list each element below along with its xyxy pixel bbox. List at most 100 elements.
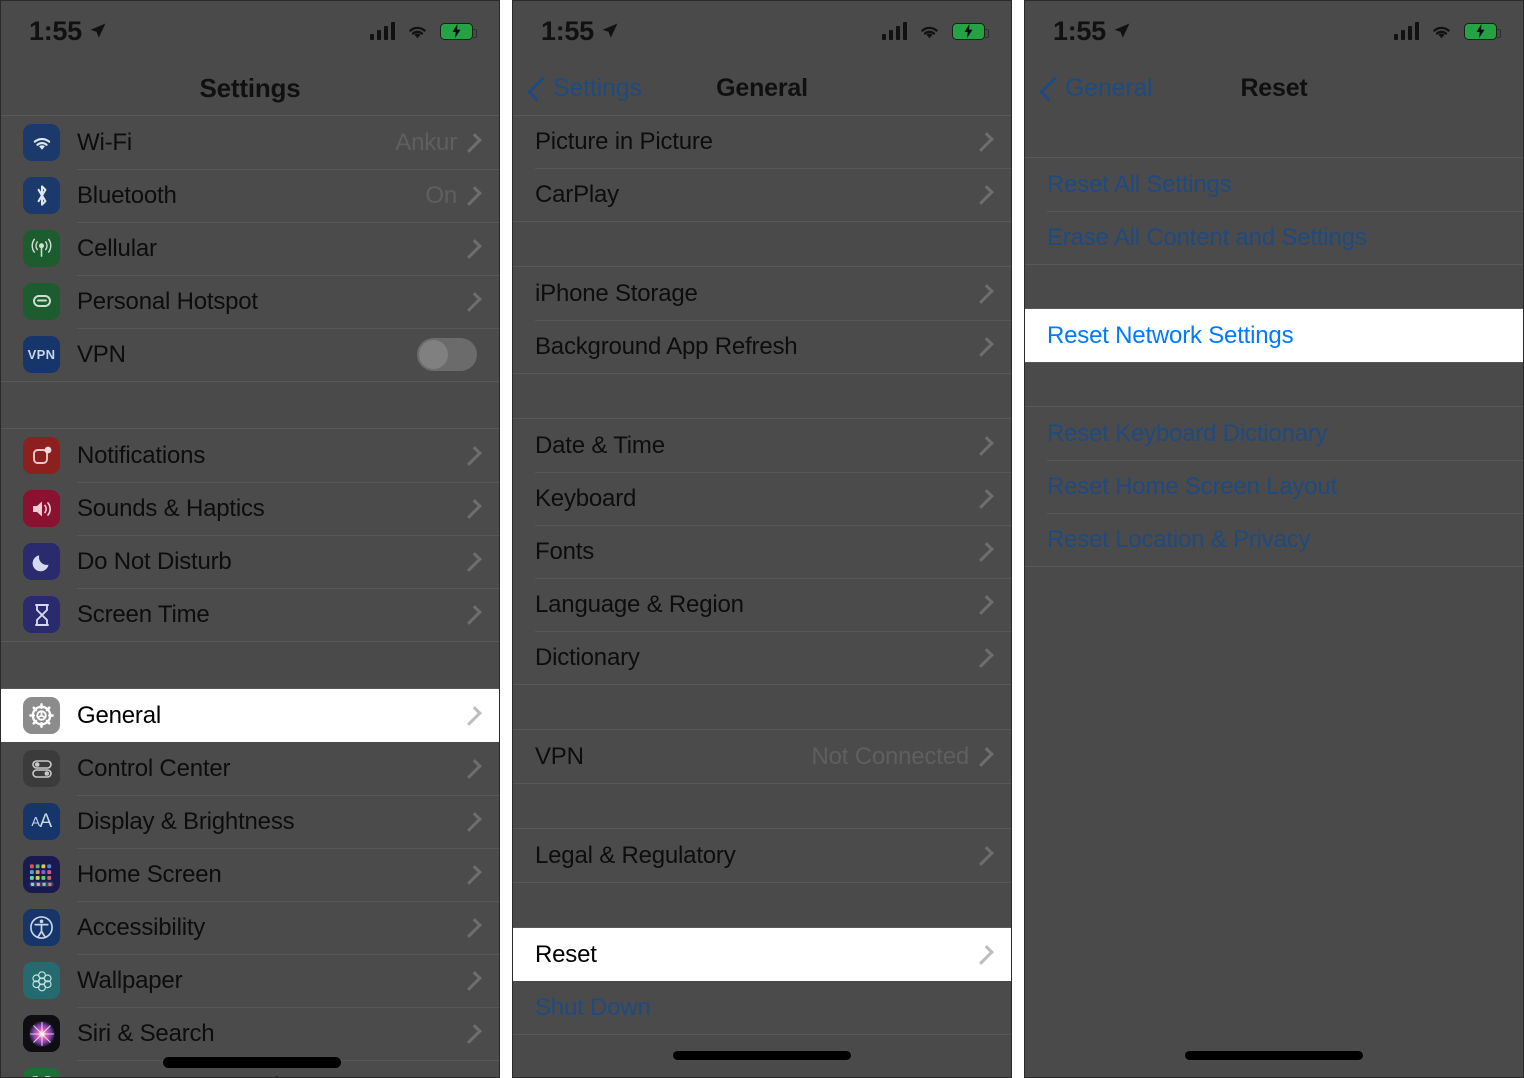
settings-group-connectivity: Wi-Fi Ankur Bluetooth On Cellular Person… <box>1 115 499 382</box>
general-row-keyboard[interactable]: Keyboard <box>513 472 1011 525</box>
status-bar-right <box>881 22 989 40</box>
settings-row-bluetooth[interactable]: Bluetooth On <box>1 169 499 222</box>
panel-general: 1:55 Settings General Picture in Picture… <box>512 0 1012 1078</box>
general-row-picture-in-picture[interactable]: Picture in Picture <box>513 116 1011 168</box>
status-bar: 1:55 <box>1025 1 1523 61</box>
settings-row-wifi[interactable]: Wi-Fi Ankur <box>1 116 499 169</box>
general-row-legal-regulatory[interactable]: Legal & Regulatory <box>513 829 1011 882</box>
siri-search-icon <box>23 1015 60 1052</box>
general-row-iphone-storage[interactable]: iPhone Storage <box>513 267 1011 320</box>
row-label: Bluetooth <box>77 181 177 209</box>
reset-row-reset-location-privacy[interactable]: Reset Location & Privacy <box>1025 513 1523 566</box>
status-bar-right <box>369 22 477 40</box>
settings-group-alerts: Notifications Sounds & Haptics Do Not Di… <box>1 428 499 642</box>
settings-row-do-not-disturb[interactable]: Do Not Disturb <box>1 535 499 588</box>
general-row-reset[interactable]: Reset <box>513 928 1011 981</box>
group-gap <box>513 784 1011 828</box>
reset-row-erase-all-content[interactable]: Erase All Content and Settings <box>1025 211 1523 264</box>
row-label: Dictionary <box>535 643 640 671</box>
row-label: Keyboard <box>535 484 637 512</box>
group-gap <box>513 685 1011 729</box>
accessibility-icon <box>23 909 60 946</box>
vpn-icon: VPN <box>23 336 60 373</box>
gear-icon <box>23 697 60 734</box>
status-bar-left: 1:55 <box>29 16 107 47</box>
settings-row-accessibility[interactable]: Accessibility <box>1 901 499 954</box>
group-gap <box>513 883 1011 927</box>
row-label: Reset All Settings <box>1047 170 1232 198</box>
general-row-carplay[interactable]: CarPlay <box>513 168 1011 221</box>
settings-row-wallpaper[interactable]: Wallpaper <box>1 954 499 1007</box>
status-bar-right <box>1393 22 1501 40</box>
general-list: Picture in Picture CarPlay iPhone Storag… <box>513 115 1011 1035</box>
group-gap <box>1025 265 1523 308</box>
status-bar-clock: 1:55 <box>541 15 594 46</box>
location-arrow-icon <box>1113 22 1131 40</box>
chevron-left-icon <box>527 76 552 101</box>
row-label: Accessibility <box>77 913 206 941</box>
cellular-icon <box>23 230 60 267</box>
back-button-settings[interactable]: Settings <box>513 74 642 103</box>
nav-bar-reset: General Reset <box>1025 61 1523 115</box>
settings-row-notifications[interactable]: Notifications <box>1 429 499 482</box>
general-row-background-app-refresh[interactable]: Background App Refresh <box>513 320 1011 373</box>
general-group-2: iPhone Storage Background App Refresh <box>513 266 1011 374</box>
general-group-6: Reset Shut Down <box>513 927 1011 1035</box>
group-gap <box>513 222 1011 266</box>
location-arrow-icon <box>89 22 107 40</box>
chevron-left-icon <box>1039 76 1064 101</box>
home-indicator <box>1185 1051 1363 1060</box>
general-row-shut-down[interactable]: Shut Down <box>513 981 1011 1034</box>
personal-hotspot-icon <box>23 283 60 320</box>
settings-row-display-brightness[interactable]: AA Display & Brightness <box>1 795 499 848</box>
sounds-haptics-icon <box>23 490 60 527</box>
settings-row-siri-search[interactable]: Siri & Search <box>1 1007 499 1060</box>
settings-row-personal-hotspot[interactable]: Personal Hotspot <box>1 275 499 328</box>
general-group-4: VPN Not Connected <box>513 729 1011 784</box>
settings-row-home-screen[interactable]: Home Screen <box>1 848 499 901</box>
back-button-label: Settings <box>553 73 642 102</box>
general-row-date-time[interactable]: Date & Time <box>513 419 1011 472</box>
reset-row-reset-home-screen-layout[interactable]: Reset Home Screen Layout <box>1025 460 1523 513</box>
status-bar: 1:55 <box>1 1 499 61</box>
settings-row-general[interactable]: General <box>1 689 499 742</box>
row-label: iPhone Storage <box>535 279 698 307</box>
row-label: Siri & Search <box>77 1019 215 1047</box>
general-row-fonts[interactable]: Fonts <box>513 525 1011 578</box>
panel-reset: 1:55 General Reset Reset All Settings Er… <box>1024 0 1524 1078</box>
settings-row-cellular[interactable]: Cellular <box>1 222 499 275</box>
row-value: Ankur <box>395 128 457 156</box>
status-bar-left: 1:55 <box>541 16 619 47</box>
general-row-vpn[interactable]: VPN Not Connected <box>513 730 1011 783</box>
nav-bar-settings: Settings <box>1 61 499 115</box>
back-button-label: General <box>1065 73 1153 102</box>
row-label: General <box>77 701 161 729</box>
settings-row-screen-time[interactable]: Screen Time <box>1 588 499 641</box>
vpn-toggle[interactable] <box>417 338 477 371</box>
do-not-disturb-icon <box>23 543 60 580</box>
redaction-bar <box>163 1057 341 1068</box>
reset-row-reset-keyboard-dictionary[interactable]: Reset Keyboard Dictionary <box>1025 407 1523 460</box>
settings-row-sounds-haptics[interactable]: Sounds & Haptics <box>1 482 499 535</box>
back-button-general[interactable]: General <box>1025 74 1153 103</box>
cellular-bars-icon <box>1393 22 1419 40</box>
row-label: Control Center <box>77 754 231 782</box>
reset-group-3: Reset Keyboard Dictionary Reset Home Scr… <box>1025 406 1523 567</box>
row-label: Date & Time <box>535 431 665 459</box>
row-label: Personal Hotspot <box>77 287 258 315</box>
reset-row-reset-network-settings[interactable]: Reset Network Settings <box>1025 309 1523 362</box>
general-row-dictionary[interactable]: Dictionary <box>513 631 1011 684</box>
wifi-icon <box>1430 22 1453 40</box>
wallpaper-icon <box>23 962 60 999</box>
settings-row-vpn[interactable]: VPN VPN <box>1 328 499 381</box>
reset-row-reset-all-settings[interactable]: Reset All Settings <box>1025 158 1523 211</box>
general-row-language-region[interactable]: Language & Region <box>513 578 1011 631</box>
settings-row-control-center[interactable]: Control Center <box>1 742 499 795</box>
row-label: Wallpaper <box>77 966 183 994</box>
panel-settings: 1:55 Settings Wi-Fi Ankur Bluetooth On C… <box>0 0 500 1078</box>
reset-group-1: Reset All Settings Erase All Content and… <box>1025 157 1523 265</box>
settings-list: Wi-Fi Ankur Bluetooth On Cellular Person… <box>1 115 499 1077</box>
row-label: Reset Home Screen Layout <box>1047 472 1338 500</box>
row-label: Do Not Disturb <box>77 547 232 575</box>
group-gap <box>1025 115 1523 157</box>
